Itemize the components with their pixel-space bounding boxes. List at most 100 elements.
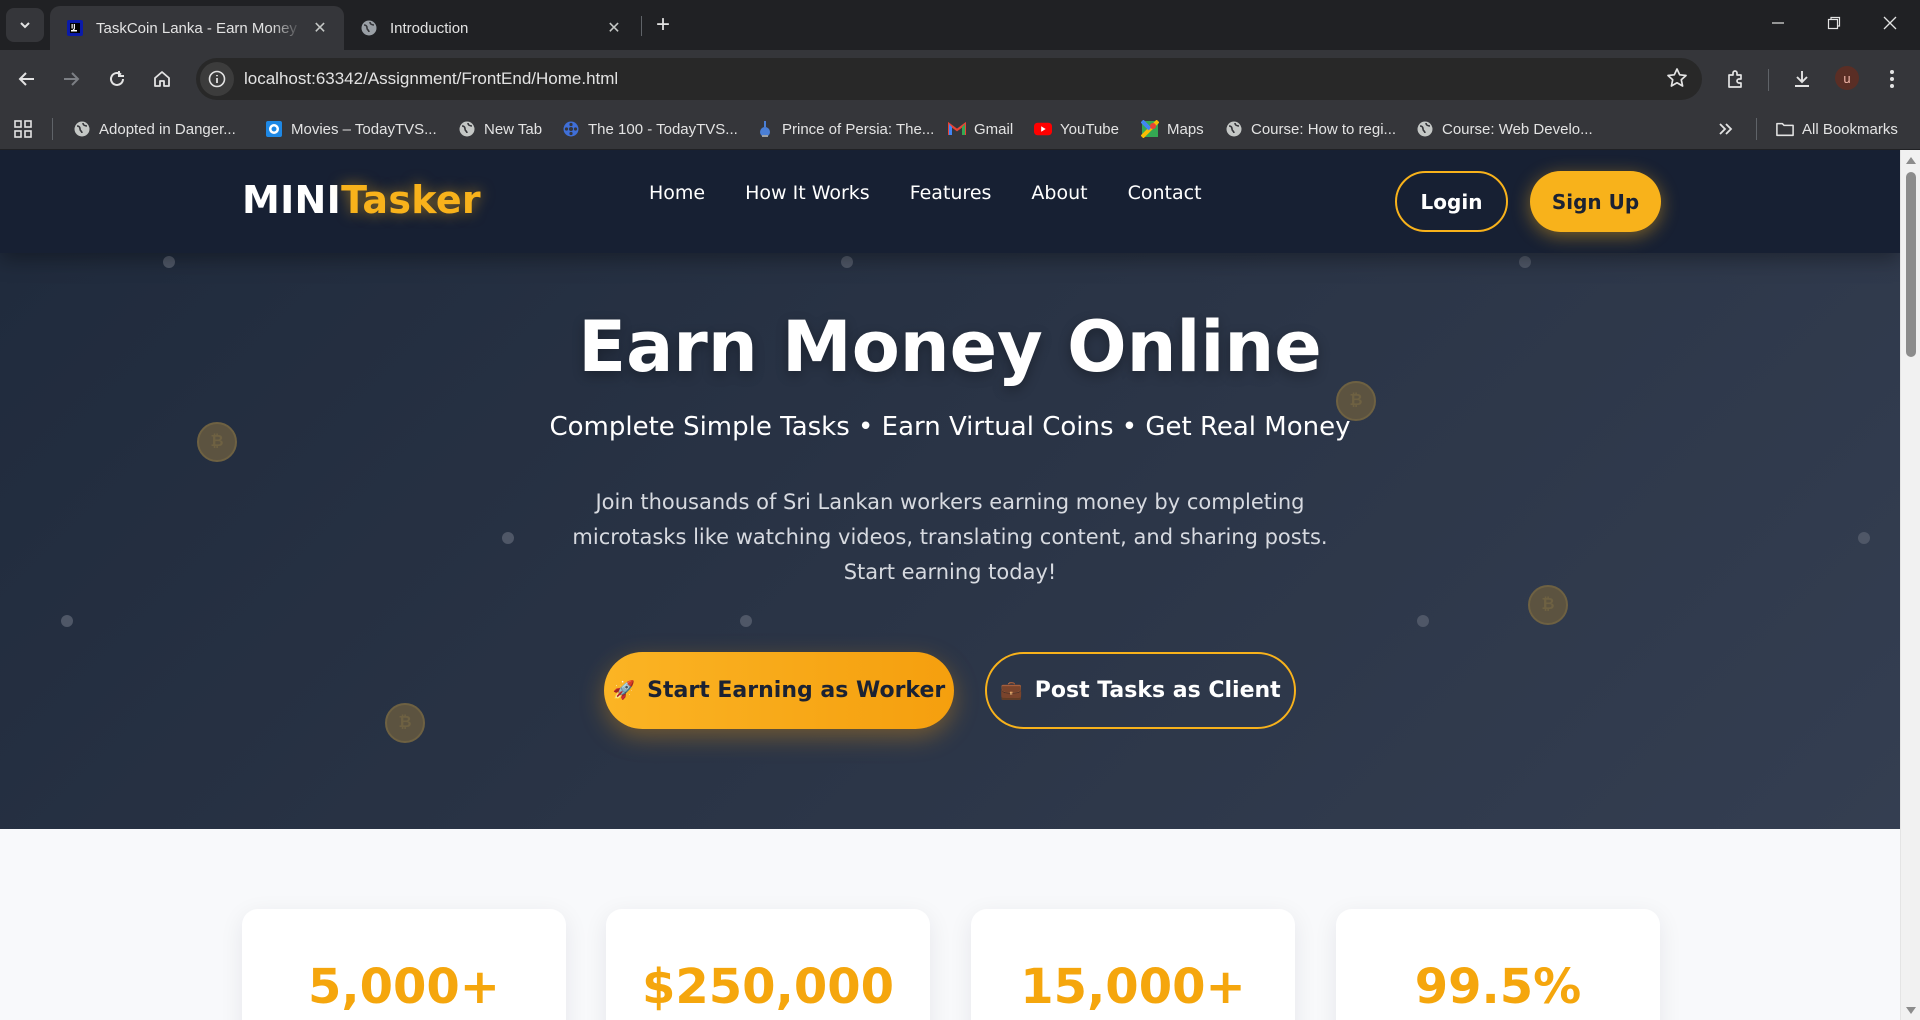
start-earning-worker-button[interactable]: 🚀 Start Earning as Worker — [604, 652, 954, 729]
download-icon — [1795, 71, 1809, 87]
hero-section: ₿ ₿ ₿ ₿ MINITasker Home How It Works Fea… — [0, 150, 1900, 829]
site-info-icon[interactable] — [200, 62, 234, 96]
stat-card: $250,000 — [606, 909, 930, 1020]
scroll-up-arrow-icon[interactable] — [1906, 157, 1916, 164]
downloads-button[interactable] — [1786, 63, 1818, 95]
tab-search-button[interactable] — [6, 8, 44, 42]
bookmark-item[interactable]: Course: How to regi... — [1225, 108, 1396, 150]
bookmark-item[interactable]: Maps — [1141, 108, 1204, 150]
bookmark-label: Adopted in Danger... — [99, 120, 236, 138]
stat-value: 5,000+ — [307, 959, 501, 1015]
toolbar-separator — [1768, 69, 1769, 91]
nav-contact[interactable]: Contact — [1128, 182, 1202, 204]
decorative-dot — [1417, 615, 1429, 627]
decorative-dot — [163, 256, 175, 268]
nav-how-it-works[interactable]: How It Works — [745, 182, 870, 204]
stat-card: 99.5% — [1336, 909, 1660, 1020]
tab-taskcoin[interactable]: IJ TaskCoin Lanka - Earn Money O ✕ — [50, 6, 344, 50]
apps-grid-icon — [14, 120, 32, 138]
all-bookmarks-button[interactable]: All Bookmarks — [1776, 108, 1898, 150]
gmail-icon — [948, 120, 966, 138]
nav-features[interactable]: Features — [910, 182, 992, 204]
svg-text:IJ: IJ — [71, 24, 75, 31]
nav-about[interactable]: About — [1031, 182, 1087, 204]
post-tasks-client-button[interactable]: 💼 Post Tasks as Client — [985, 652, 1296, 729]
globe-icon — [458, 120, 476, 138]
close-tab-icon[interactable]: ✕ — [310, 18, 330, 38]
scroll-down-arrow-icon[interactable] — [1906, 1007, 1916, 1014]
chevron-down-icon — [20, 22, 30, 29]
hero-subtitle: Complete Simple Tasks • Earn Virtual Coi… — [549, 412, 1351, 442]
hero-description: Join thousands of Sri Lankan workers ear… — [572, 490, 1328, 584]
close-icon — [1883, 16, 1897, 30]
bookmark-item[interactable]: The 100 - TodayTVS... — [562, 108, 738, 150]
coin-icon: ₿ — [1528, 585, 1568, 625]
bookmark-item[interactable]: YouTube — [1034, 108, 1119, 150]
stats-section: 5,000+ $250,000 15,000+ 99.5% — [0, 829, 1900, 1020]
page-scrollbar[interactable] — [1900, 150, 1920, 1020]
restore-button[interactable] — [1806, 0, 1862, 46]
home-button[interactable] — [146, 63, 178, 95]
bookmark-item[interactable]: Movies – TodayTVS... — [265, 108, 437, 150]
url-text[interactable]: localhost:63342/Assignment/FrontEnd/Home… — [244, 69, 618, 89]
globe-icon — [360, 19, 378, 37]
reload-icon — [110, 71, 124, 86]
globe-icon — [73, 120, 91, 138]
nav-links: Home How It Works Features About Contact — [649, 182, 1202, 204]
scrollbar-thumb[interactable] — [1906, 172, 1916, 357]
tab-title: TaskCoin Lanka - Earn Money O — [96, 19, 302, 37]
bookmark-item[interactable]: Prince of Persia: The... — [756, 108, 934, 150]
bookmark-label: Course: How to regi... — [1251, 120, 1397, 138]
bookmark-item[interactable]: Gmail — [948, 108, 1013, 150]
apps-button[interactable] — [13, 108, 33, 150]
globe-icon — [1416, 120, 1434, 138]
bookmarks-separator — [1756, 118, 1757, 140]
bookmark-item[interactable]: Course: Web Develo... — [1416, 108, 1593, 150]
reel-icon — [562, 120, 580, 138]
bookmark-item[interactable]: New Tab — [458, 108, 542, 150]
signup-button[interactable]: Sign Up — [1530, 171, 1661, 232]
bookmarks-separator — [52, 118, 53, 140]
nav-home[interactable]: Home — [649, 182, 705, 204]
new-tab-button[interactable]: + — [648, 10, 678, 40]
back-button[interactable] — [11, 63, 43, 95]
game-icon — [756, 120, 774, 138]
site-logo[interactable]: MINITasker — [242, 178, 481, 222]
browser-menu-button[interactable] — [1876, 63, 1908, 95]
forward-button[interactable] — [55, 63, 87, 95]
decorative-dot — [841, 256, 853, 268]
globe-icon — [1225, 120, 1243, 138]
tab-separator — [641, 16, 642, 36]
bookmark-star-icon[interactable] — [1666, 67, 1688, 94]
arrow-right-icon — [64, 72, 80, 86]
worker-button-label: Start Earning as Worker — [647, 678, 946, 703]
bookmark-item[interactable]: Adopted in Danger... — [73, 108, 236, 150]
address-bar[interactable]: localhost:63342/Assignment/FrontEnd/Home… — [196, 58, 1702, 100]
stat-card: 15,000+ — [971, 909, 1295, 1020]
close-tab-icon[interactable]: ✕ — [604, 18, 624, 38]
decorative-dot — [1519, 256, 1531, 268]
bookmark-label: Gmail — [974, 120, 1014, 138]
stat-card: 5,000+ — [242, 909, 566, 1020]
logo-part-tasker: Tasker — [341, 178, 481, 222]
rocket-icon: 🚀 — [612, 680, 636, 701]
minimize-button[interactable] — [1750, 0, 1806, 46]
reload-button[interactable] — [101, 63, 133, 95]
bookmark-label: Maps — [1167, 120, 1204, 138]
double-chevron-right-icon — [1719, 123, 1733, 135]
tab-title: Introduction — [390, 19, 469, 37]
tab-introduction[interactable]: Introduction ✕ — [344, 6, 638, 50]
minimize-icon — [1772, 22, 1784, 24]
decorative-dot — [1858, 532, 1870, 544]
bookmarks-overflow-button[interactable] — [1718, 108, 1734, 150]
bookmark-label: New Tab — [484, 120, 543, 138]
youtube-icon — [1034, 120, 1052, 138]
close-window-button[interactable] — [1862, 0, 1918, 46]
bookmark-label: Prince of Persia: The... — [782, 120, 935, 138]
browser-toolbar: localhost:63342/Assignment/FrontEnd/Home… — [0, 50, 1920, 108]
login-button[interactable]: Login — [1395, 171, 1508, 232]
tab-strip: IJ TaskCoin Lanka - Earn Money O ✕ Intro… — [0, 0, 1920, 50]
extensions-button[interactable] — [1720, 63, 1752, 95]
bookmark-label: YouTube — [1060, 120, 1119, 138]
profile-avatar[interactable]: u — [1835, 66, 1859, 90]
